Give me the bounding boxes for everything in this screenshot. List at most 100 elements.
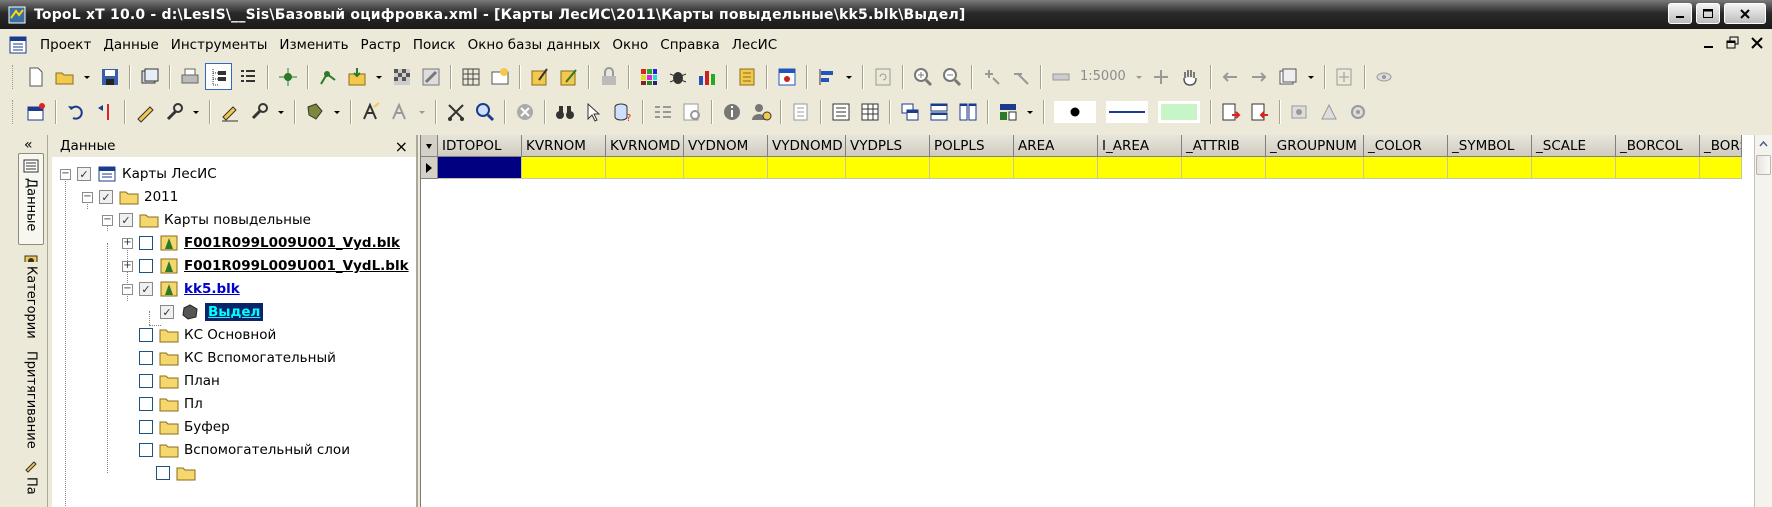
tree-node-partial[interactable] <box>156 462 201 484</box>
load-layer-dropdown[interactable] <box>372 63 386 90</box>
snapshot-button[interactable] <box>486 63 513 90</box>
export-button[interactable] <box>1217 98 1244 125</box>
edit-tool-dropdown[interactable] <box>274 98 288 125</box>
collapse-node-button[interactable]: − <box>82 191 93 203</box>
collapse-node-button[interactable]: − <box>102 214 113 226</box>
grid-cell[interactable] <box>684 157 768 179</box>
scale-combo[interactable]: 1:5000 <box>1076 69 1130 84</box>
table-button[interactable] <box>856 98 883 125</box>
node-checkbox[interactable]: ✓ <box>77 167 91 181</box>
cancel-button[interactable] <box>511 98 538 125</box>
edit-line-button[interactable] <box>216 98 243 125</box>
node-tool-button[interactable] <box>314 63 341 90</box>
node-checkbox[interactable] <box>156 466 170 480</box>
node-checkbox[interactable]: ✓ <box>160 305 174 319</box>
column-header-idtopol[interactable]: IDTOPOL <box>438 135 522 157</box>
node-checkbox[interactable] <box>139 374 153 388</box>
undo-step-button[interactable] <box>91 98 118 125</box>
node-checkbox[interactable] <box>139 236 153 250</box>
layout-button[interactable] <box>994 98 1021 125</box>
zoom-in-button[interactable] <box>909 63 936 90</box>
column-header-kvrnom[interactable]: KVRNOM <box>522 135 606 157</box>
tree-node-kk5-blk[interactable]: − ✓ kk5.blk <box>122 278 240 300</box>
tools-dropdown[interactable] <box>189 98 203 125</box>
grid-cell[interactable] <box>930 157 1014 179</box>
menu-window[interactable]: Окно <box>606 37 654 53</box>
menu-data[interactable]: Данные <box>97 37 164 53</box>
gps-button[interactable] <box>1286 98 1313 125</box>
tree-node-vyd-blk[interactable]: + F001R099L009U001_Vyd.blk <box>122 232 400 254</box>
node-checkbox[interactable] <box>139 420 153 434</box>
legend-button[interactable] <box>733 63 760 90</box>
tree-node-ks-aux[interactable]: КС Вспомогательный <box>122 347 336 369</box>
column-header-color[interactable]: _COLOR <box>1364 135 1448 157</box>
grid-cell[interactable] <box>1182 157 1266 179</box>
color-table-button[interactable] <box>635 63 662 90</box>
preview-button[interactable] <box>678 98 705 125</box>
maximize-button[interactable] <box>1696 3 1720 24</box>
layout-dropdown[interactable] <box>1023 98 1037 125</box>
mdi-minimize-icon[interactable] <box>1702 36 1716 50</box>
tree-node-root[interactable]: − ✓ Карты ЛесИС <box>60 163 217 185</box>
column-header-attrib[interactable]: _ATTRIB <box>1182 135 1266 157</box>
node-checkbox[interactable] <box>139 443 153 457</box>
grid-cell[interactable] <box>1364 157 1448 179</box>
center-button[interactable] <box>1148 63 1175 90</box>
chart-button[interactable] <box>693 63 720 90</box>
text-tool-button[interactable] <box>357 98 384 125</box>
points-tool-button[interactable] <box>274 63 301 90</box>
scale-dropdown[interactable] <box>1132 63 1146 90</box>
zoom-minus-button[interactable] <box>1007 63 1034 90</box>
close-panel-button[interactable]: × <box>395 137 408 156</box>
open-button[interactable] <box>51 63 78 90</box>
node-checkbox[interactable]: ✓ <box>119 213 133 227</box>
measure-button[interactable] <box>1315 98 1342 125</box>
mdi-restore-icon[interactable] <box>1726 36 1740 50</box>
point-style-swatch[interactable] <box>1054 100 1096 123</box>
full-extent-button[interactable] <box>1331 63 1358 90</box>
pan-button[interactable] <box>1177 63 1204 90</box>
grid-cell[interactable] <box>1098 157 1182 179</box>
column-header-vydpls[interactable]: VYDPLS <box>846 135 930 157</box>
row-indicator[interactable] <box>421 157 438 179</box>
node-checkbox[interactable] <box>139 328 153 342</box>
align-dropdown[interactable] <box>842 63 856 90</box>
views-button[interactable] <box>1275 63 1302 90</box>
column-header-borcol[interactable]: _BORCOL <box>1616 135 1700 157</box>
toolbar-grip[interactable] <box>12 64 16 89</box>
grid-cell[interactable] <box>1448 157 1532 179</box>
menu-lesis[interactable]: ЛесИС <box>726 37 783 53</box>
node-checkbox[interactable] <box>139 351 153 365</box>
record-form-button[interactable] <box>827 98 854 125</box>
app-icon[interactable] <box>8 6 26 24</box>
tools-button[interactable] <box>160 98 187 125</box>
align-button[interactable] <box>813 63 840 90</box>
visibility-button[interactable] <box>1371 63 1398 90</box>
print-button[interactable] <box>176 63 203 90</box>
tile-horizontal-button[interactable] <box>925 98 952 125</box>
grid-cell[interactable] <box>768 157 846 179</box>
settings-button[interactable] <box>1344 98 1371 125</box>
column-header-scale[interactable]: _SCALE <box>1532 135 1616 157</box>
grid-cell[interactable] <box>1266 157 1364 179</box>
menu-tools[interactable]: Инструменты <box>165 37 274 53</box>
draw-button[interactable] <box>131 98 158 125</box>
tree-view-button[interactable] <box>205 63 232 90</box>
expand-node-button[interactable]: + <box>122 237 133 249</box>
mdi-close-icon[interactable] <box>1750 36 1764 50</box>
grid-cell[interactable] <box>438 157 522 179</box>
grid-corner[interactable] <box>421 135 438 157</box>
table-row[interactable] <box>421 157 1742 179</box>
search-objects-button[interactable] <box>551 98 578 125</box>
tree-node-stand-maps[interactable]: − ✓ Карты повыдельные <box>102 209 311 231</box>
menu-database-window[interactable]: Окно базы данных <box>462 37 607 53</box>
save-button[interactable] <box>96 63 123 90</box>
menu-edit[interactable]: Изменить <box>273 37 354 53</box>
line-style-swatch[interactable] <box>1106 100 1148 123</box>
text-format-button[interactable] <box>386 98 413 125</box>
node-checkbox[interactable] <box>139 259 153 273</box>
minimize-button[interactable] <box>1668 3 1692 24</box>
column-header-symbol[interactable]: _SYMBOL <box>1448 135 1532 157</box>
scroll-thumb[interactable] <box>1756 155 1771 175</box>
column-header-vydnom[interactable]: VYDNOM <box>684 135 768 157</box>
